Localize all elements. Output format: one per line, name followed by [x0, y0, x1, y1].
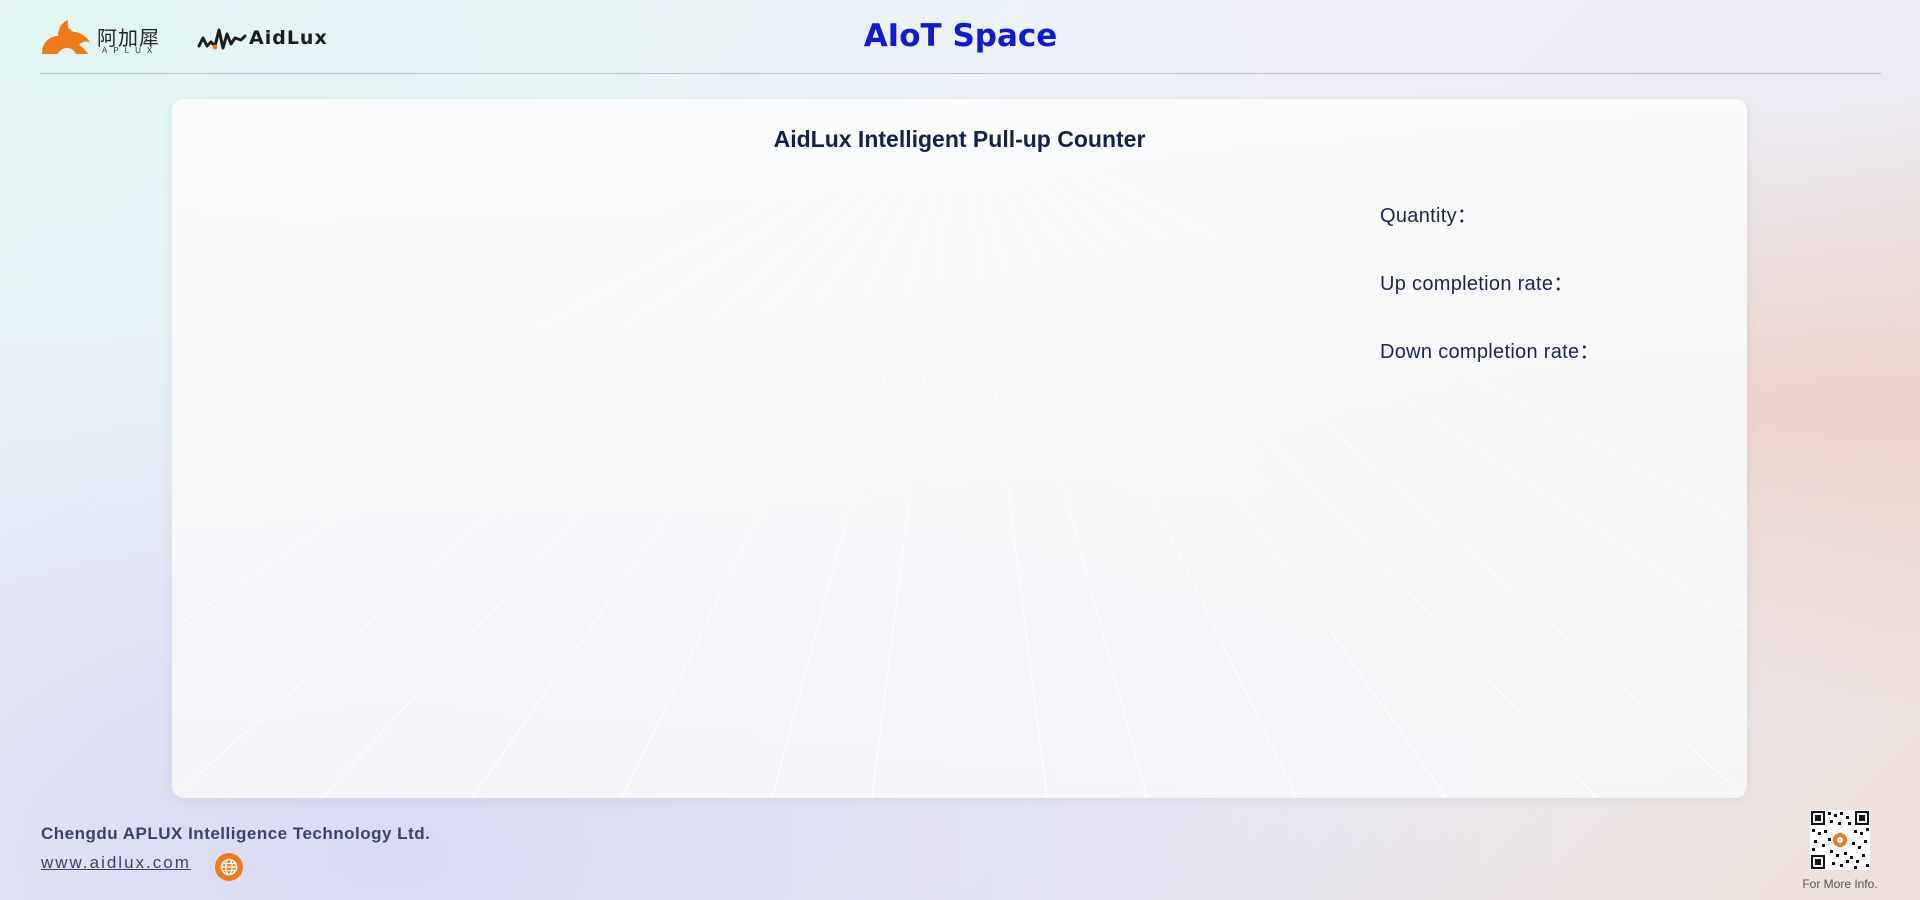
- stat-up-completion-rate-label: Up completion rate：: [1380, 273, 1574, 295]
- header: 阿加犀 APLUX AidLux AIoT Space: [40, 0, 1881, 74]
- counter-title: AidLux Intelligent Pull-up Counter: [773, 126, 1146, 152]
- stats-panel: Quantity： Up completion rate： Down compl…: [1380, 199, 1604, 403]
- stat-quantity-label: Quantity：: [1380, 205, 1478, 227]
- stat-down-completion-rate-label: Down completion rate：: [1380, 341, 1600, 363]
- page-title: AIoT Space: [863, 18, 1058, 54]
- stat-down-completion-rate: Down completion rate：: [1380, 335, 1604, 403]
- company-name: Chengdu APLUX Intelligence Technology Lt…: [41, 824, 431, 843]
- counter-panel: AidLux Intelligent Pull-up Counter Quant…: [172, 99, 1747, 798]
- qr-caption: For More Info.: [1802, 877, 1878, 891]
- stat-up-completion-rate: Up completion rate：: [1380, 267, 1604, 335]
- qr-code[interactable]: [1810, 810, 1870, 870]
- stat-quantity: Quantity：: [1380, 199, 1604, 267]
- website-link[interactable]: www.aidlux.com: [41, 853, 191, 873]
- globe-icon[interactable]: [215, 853, 243, 881]
